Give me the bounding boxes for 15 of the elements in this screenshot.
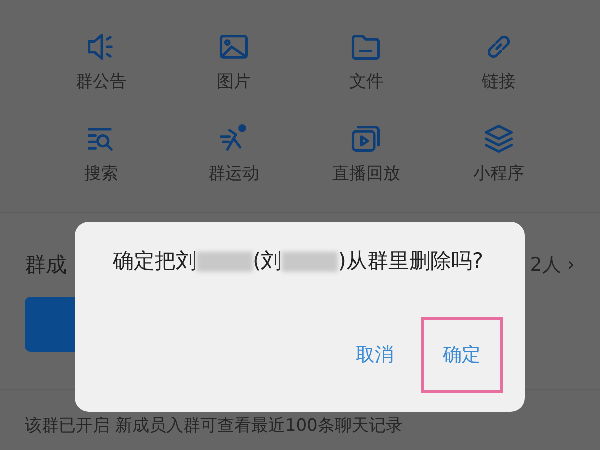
- feature-label[interactable]: 直播回放: [332, 162, 400, 185]
- feature-label[interactable]: 群运动: [208, 162, 260, 185]
- feature-label[interactable]: 群公告: [76, 70, 127, 93]
- member-count[interactable]: 2人: [530, 252, 562, 278]
- dialog-message: 确定把刘 (刘 )从群里删除吗?: [113, 248, 485, 275]
- dialog-button[interactable]: 确定: [421, 317, 503, 393]
- chevron-icon[interactable]: ›: [567, 254, 575, 276]
- dialog-button[interactable]: 取消: [353, 339, 397, 371]
- feature-label[interactable]: 图片: [216, 70, 251, 93]
- feature-label[interactable]: 链接: [482, 70, 516, 93]
- feature-label[interactable]: 搜索: [84, 162, 118, 185]
- feature-label[interactable]: 文件: [349, 70, 384, 93]
- history-notice: 该群已开启 新成员入群可查看最近100条聊天记录: [24, 415, 404, 437]
- feature-label[interactable]: 小程序: [473, 162, 524, 185]
- members-title: 群成: [25, 252, 67, 279]
